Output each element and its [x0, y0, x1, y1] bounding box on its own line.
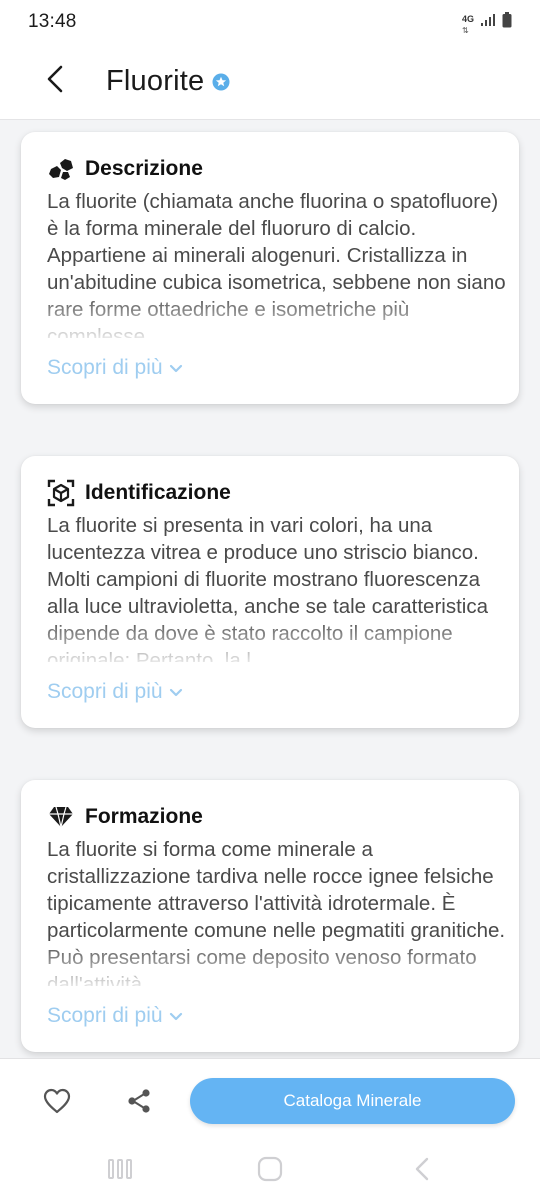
- card-title: Descrizione: [85, 157, 203, 180]
- share-icon: [126, 1088, 152, 1119]
- formation-card: Formazione La fluorite si forma come min…: [21, 780, 519, 1052]
- home-icon: [256, 1155, 284, 1188]
- chevron-down-icon: [169, 356, 183, 380]
- system-nav-bar: [0, 1144, 540, 1200]
- read-more-label: Scopri di più: [47, 680, 163, 703]
- network-type-label: 4G: [461, 14, 474, 24]
- recent-apps-icon: [107, 1158, 133, 1185]
- rocks-icon: [47, 155, 75, 183]
- chevron-down-icon: [169, 680, 183, 704]
- read-more-link[interactable]: Scopri di più: [47, 356, 183, 380]
- card-title: Identificazione: [85, 481, 231, 504]
- card-text: La fluorite (chiamata anche fluorina o s…: [47, 190, 506, 338]
- screen: 13:48 4G ⇅ Fluorite Descrizione La fluor…: [0, 0, 540, 1200]
- bottom-action-bar: Cataloga Minerale: [0, 1058, 540, 1144]
- signal-icon: [480, 13, 496, 32]
- content-area[interactable]: Descrizione La fluorite (chiamata anche …: [0, 120, 540, 1058]
- catalog-mineral-button[interactable]: Cataloga Minerale: [190, 1078, 515, 1124]
- battery-icon: [502, 11, 512, 33]
- system-back-button[interactable]: [402, 1156, 442, 1186]
- identification-card: Identificazione La fluorite si presenta …: [21, 456, 519, 728]
- card-text: La fluorite si presenta in vari colori, …: [47, 514, 488, 662]
- card-title: Formazione: [85, 805, 203, 828]
- app-bar: Fluorite: [0, 44, 540, 120]
- card-header: Descrizione: [47, 154, 499, 184]
- verified-badge-icon: [212, 73, 230, 91]
- home-button[interactable]: [250, 1156, 290, 1186]
- read-more-link[interactable]: Scopri di più: [47, 1004, 183, 1028]
- heart-icon: [43, 1088, 71, 1119]
- scan-cube-icon: [47, 479, 75, 507]
- card-header: Identificazione: [47, 478, 499, 508]
- read-more-label: Scopri di più: [47, 1004, 163, 1027]
- page-title: Fluorite: [106, 65, 205, 97]
- chevron-down-icon: [169, 1004, 183, 1028]
- title-wrap: Fluorite: [106, 65, 230, 98]
- status-icons: 4G ⇅: [462, 9, 512, 35]
- card-header: Formazione: [47, 802, 499, 832]
- read-more-link[interactable]: Scopri di più: [47, 680, 183, 704]
- recent-apps-button[interactable]: [100, 1156, 140, 1186]
- back-arrow-icon: [46, 65, 64, 98]
- diamond-icon: [47, 803, 75, 831]
- status-time: 13:48: [28, 11, 77, 32]
- favorite-button[interactable]: [40, 1087, 74, 1119]
- data-arrows-icon: ⇅: [461, 26, 469, 35]
- back-button[interactable]: [40, 62, 70, 102]
- card-text: La fluorite si forma come minerale a cri…: [47, 838, 506, 986]
- description-card: Descrizione La fluorite (chiamata anche …: [21, 132, 519, 404]
- share-button[interactable]: [122, 1087, 156, 1119]
- read-more-label: Scopri di più: [47, 356, 163, 379]
- network-type-indicator: 4G ⇅: [462, 9, 474, 35]
- back-chevron-icon: [413, 1157, 431, 1186]
- status-bar: 13:48 4G ⇅: [0, 0, 540, 44]
